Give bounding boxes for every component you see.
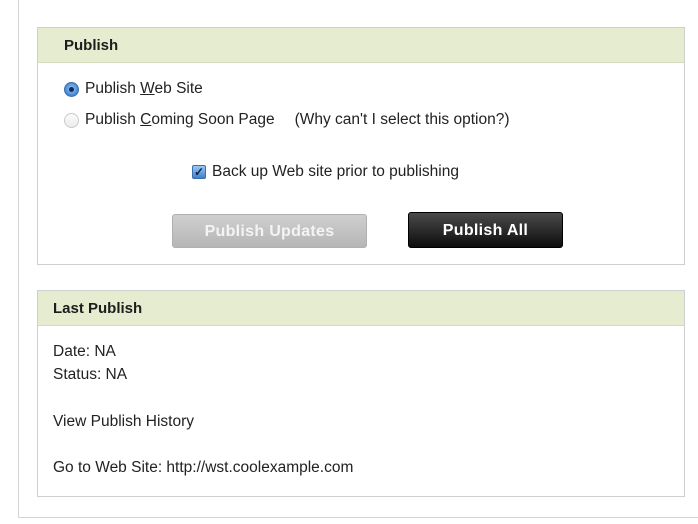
- publish-panel-title: Publish: [38, 28, 684, 63]
- why-cant-select-link[interactable]: (Why can't I select this option?): [295, 111, 510, 129]
- frame-bottom-border: [18, 517, 698, 518]
- publish-updates-button[interactable]: Publish Updates: [172, 214, 367, 248]
- radio-publish-web-site[interactable]: Publish Web Site: [64, 80, 203, 98]
- publish-panel: Publish Publish Web Site Publish Coming …: [37, 27, 685, 265]
- label-hotkey: W: [140, 80, 155, 97]
- last-publish-panel: Last Publish Date: NA Status: NA View Pu…: [37, 290, 685, 497]
- last-publish-panel-title: Last Publish: [38, 291, 684, 326]
- radio-publish-coming-soon-label[interactable]: Publish Coming Soon Page: [85, 111, 275, 129]
- backup-checkbox-label[interactable]: Back up Web site prior to publishing: [212, 163, 459, 181]
- label-hotkey: C: [140, 111, 152, 128]
- backup-checkbox-row[interactable]: ✓ Back up Web site prior to publishing: [192, 163, 459, 181]
- checkbox-checked-icon[interactable]: ✓: [192, 165, 206, 179]
- go-to-web-site-link[interactable]: Go to Web Site: http://wst.coolexample.c…: [53, 459, 353, 477]
- label-suffix: eb Site: [154, 80, 203, 97]
- date-text: Date: NA: [53, 343, 116, 360]
- label-suffix: oming Soon Page: [151, 111, 275, 128]
- radio-publish-web-site-label[interactable]: Publish Web Site: [85, 80, 203, 98]
- view-publish-history-link[interactable]: View Publish History: [53, 413, 194, 431]
- publish-all-button[interactable]: Publish All: [408, 212, 563, 248]
- radio-selected-icon[interactable]: [64, 81, 79, 97]
- frame-left-border: [18, 0, 19, 518]
- status-text: Status: NA: [53, 366, 128, 383]
- label-prefix: Publish: [85, 111, 141, 128]
- radio-publish-coming-soon[interactable]: Publish Coming Soon Page (Why can't I se…: [64, 111, 509, 129]
- page-frame: Publish Publish Web Site Publish Coming …: [0, 0, 698, 524]
- label-prefix: Publish: [85, 80, 141, 97]
- radio-disabled-icon[interactable]: [64, 112, 79, 128]
